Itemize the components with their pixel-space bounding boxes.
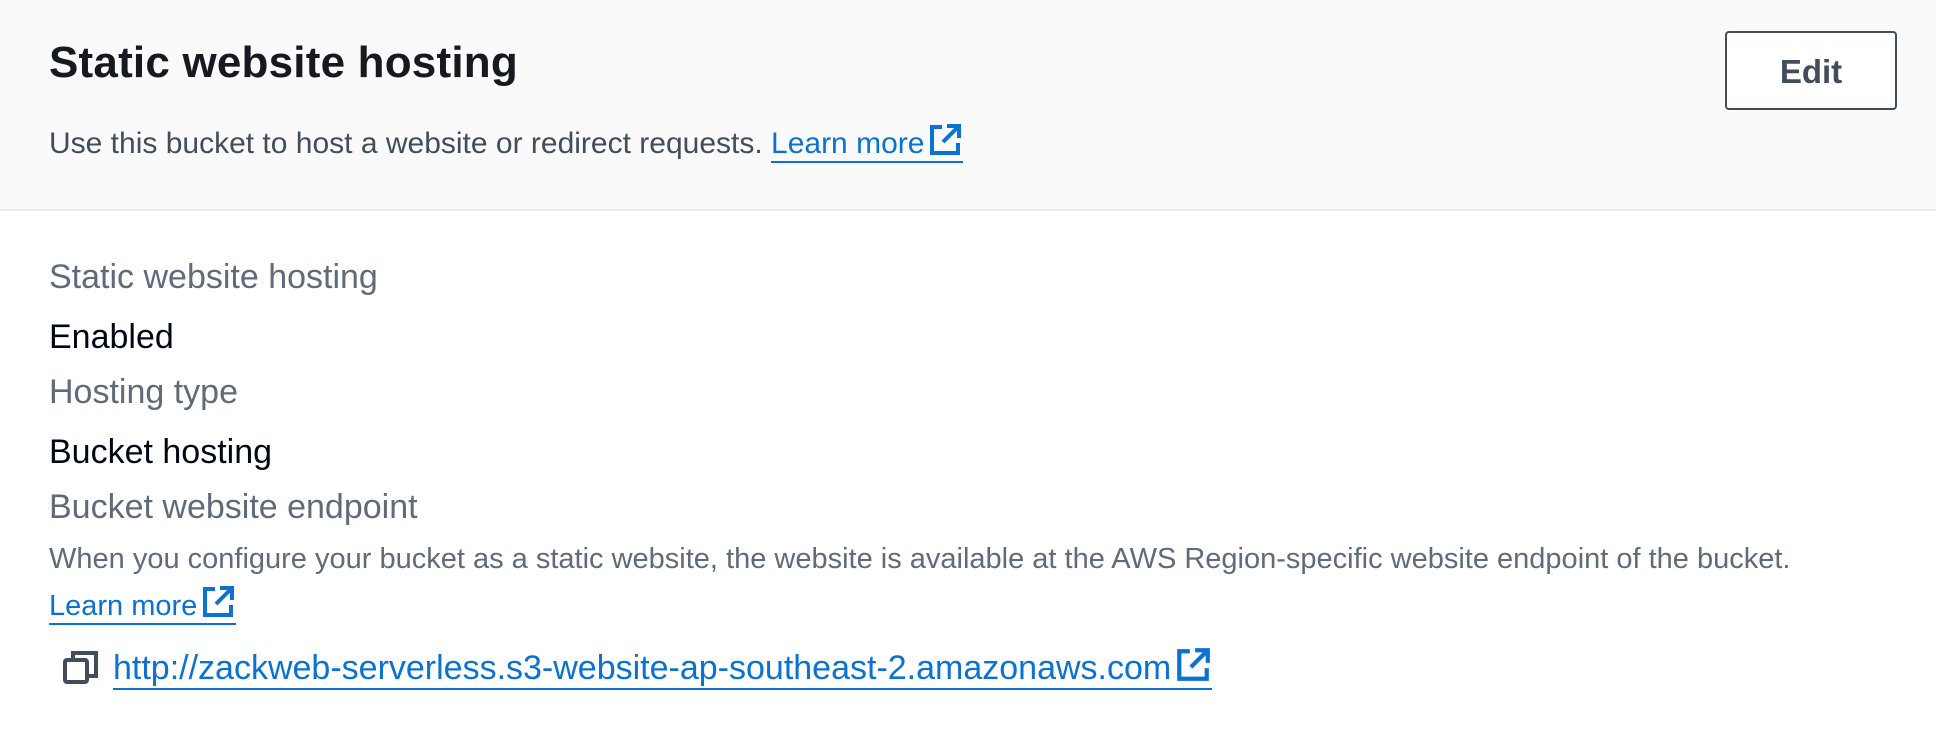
endpoint-label: Bucket website endpoint <box>49 488 418 526</box>
endpoint-description: When you configure your bucket as a stat… <box>49 543 1791 575</box>
external-link-icon <box>930 124 962 155</box>
endpoint-learn-more-link[interactable]: Learn more <box>49 586 237 625</box>
hosting-status-value: Enabled <box>49 318 174 356</box>
hosting-type-label: Hosting type <box>49 373 238 411</box>
hosting-status-label: Static website hosting <box>49 258 378 296</box>
endpoint-url-container: http://zackweb-serverless.s3-website-ap-… <box>113 646 1213 690</box>
learn-more-link[interactable]: Learn more <box>771 124 964 163</box>
panel-title: Static website hosting <box>49 38 518 87</box>
copy-icon[interactable] <box>62 649 100 687</box>
endpoint-learn-more-label: Learn more <box>49 590 198 622</box>
hosting-type-value: Bucket hosting <box>49 433 273 471</box>
endpoint-learn-more-container: Learn more <box>49 584 237 625</box>
external-link-icon <box>1177 648 1211 681</box>
external-link-icon <box>203 586 235 617</box>
edit-button[interactable]: Edit <box>1725 31 1897 110</box>
static-website-hosting-panel: Static website hosting Use this bucket t… <box>0 0 1936 744</box>
panel-description: Use this bucket to host a website or red… <box>49 122 964 163</box>
endpoint-url-text: http://zackweb-serverless.s3-website-ap-… <box>113 649 1172 687</box>
endpoint-url-link[interactable]: http://zackweb-serverless.s3-website-ap-… <box>113 648 1213 690</box>
learn-more-label: Learn more <box>771 127 925 160</box>
panel-header: Static website hosting Use this bucket t… <box>0 0 1936 211</box>
panel-description-text: Use this bucket to host a website or red… <box>49 127 763 160</box>
